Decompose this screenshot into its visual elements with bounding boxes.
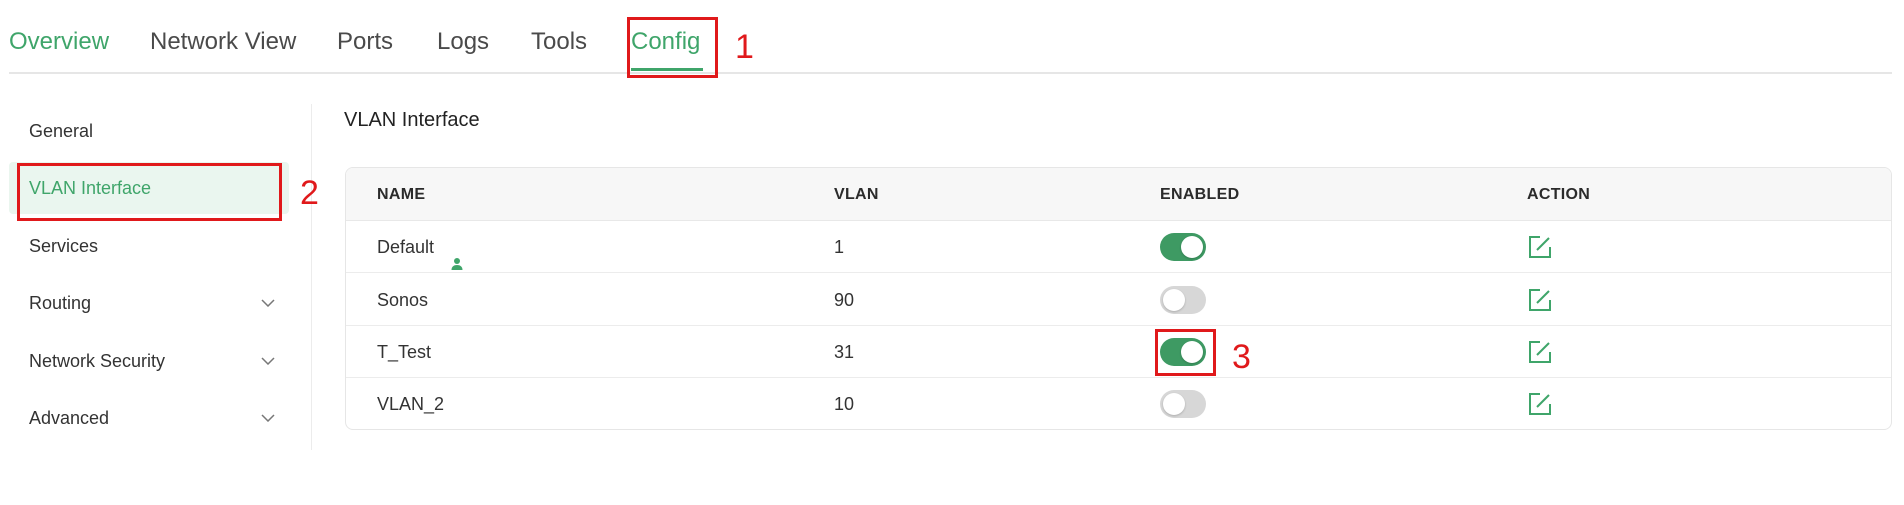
chevron-down-icon[interactable] <box>259 277 277 329</box>
vlan-name: Sonos <box>377 290 429 310</box>
chevron-down-icon[interactable] <box>259 392 277 444</box>
toggle-knob <box>1181 236 1203 258</box>
top-tabs: Overview Network View Ports Logs Tools C… <box>0 0 1892 74</box>
sidebar-item-routing[interactable]: Routing <box>9 277 289 329</box>
table-row: T_Test 31 <box>346 326 1891 378</box>
vlan-id: 10 <box>834 394 855 414</box>
sidebar-item-label: Advanced <box>29 408 110 428</box>
vlan-id: 90 <box>834 290 855 310</box>
toggle-knob <box>1163 289 1185 311</box>
tab-ports[interactable]: Ports <box>337 28 393 56</box>
table-row: VLAN_2 10 <box>346 378 1891 429</box>
tab-overview[interactable]: Overview <box>9 28 109 56</box>
sidebar-divider <box>311 104 312 450</box>
sidebar-item-label: Network Security <box>29 351 166 371</box>
column-header-enabled: ENABLED <box>1160 186 1240 203</box>
annotation-box-3 <box>1155 329 1216 376</box>
annotation-box-1 <box>627 17 718 78</box>
vlan-name: T_Test <box>377 342 432 362</box>
sidebar-item-label: General <box>29 121 94 141</box>
vlan-name: Default <box>377 237 435 257</box>
vlan-table: NAME VLAN ENABLED ACTION Default 1 Sonos… <box>345 167 1892 430</box>
page-title: VLAN Interface <box>344 109 480 131</box>
table-header: NAME VLAN ENABLED ACTION <box>346 168 1891 221</box>
vlan-id: 1 <box>834 237 845 257</box>
annotation-number-3: 3 <box>1232 338 1251 376</box>
edit-icon[interactable] <box>1527 391 1553 417</box>
edit-icon[interactable] <box>1527 234 1553 260</box>
tabs-divider <box>9 72 1892 74</box>
annotation-number-1: 1 <box>735 28 754 66</box>
enabled-toggle[interactable] <box>1160 233 1206 261</box>
sidebar-item-label: Routing <box>29 293 92 313</box>
table-row: Default 1 <box>346 221 1891 273</box>
column-header-action: ACTION <box>1527 186 1591 203</box>
enabled-toggle[interactable] <box>1160 390 1206 418</box>
sidebar-item-label: Services <box>29 236 99 256</box>
toggle-knob <box>1163 393 1185 415</box>
tab-logs[interactable]: Logs <box>437 28 489 56</box>
vlan-name-cell: Default <box>377 221 465 273</box>
annotation-number-2: 2 <box>300 174 319 212</box>
enabled-toggle[interactable] <box>1160 286 1206 314</box>
sidebar-item-general[interactable]: General <box>9 105 289 157</box>
tab-tools[interactable]: Tools <box>531 28 587 56</box>
edit-icon[interactable] <box>1527 339 1553 365</box>
tab-network-view[interactable]: Network View <box>150 28 296 56</box>
chevron-down-icon[interactable] <box>259 335 277 387</box>
vlan-name: VLAN_2 <box>377 394 445 414</box>
annotation-box-2 <box>17 163 282 221</box>
table-row: Sonos 90 <box>346 274 1891 326</box>
column-header-vlan: VLAN <box>834 186 879 203</box>
vlan-id: 31 <box>834 342 855 362</box>
sidebar-item-services[interactable]: Services <box>9 220 289 272</box>
user-icon <box>449 240 465 271</box>
sidebar-item-advanced[interactable]: Advanced <box>9 392 289 444</box>
edit-icon[interactable] <box>1527 287 1553 313</box>
sidebar-item-network-security[interactable]: Network Security <box>9 335 289 387</box>
column-header-name: NAME <box>377 186 426 203</box>
